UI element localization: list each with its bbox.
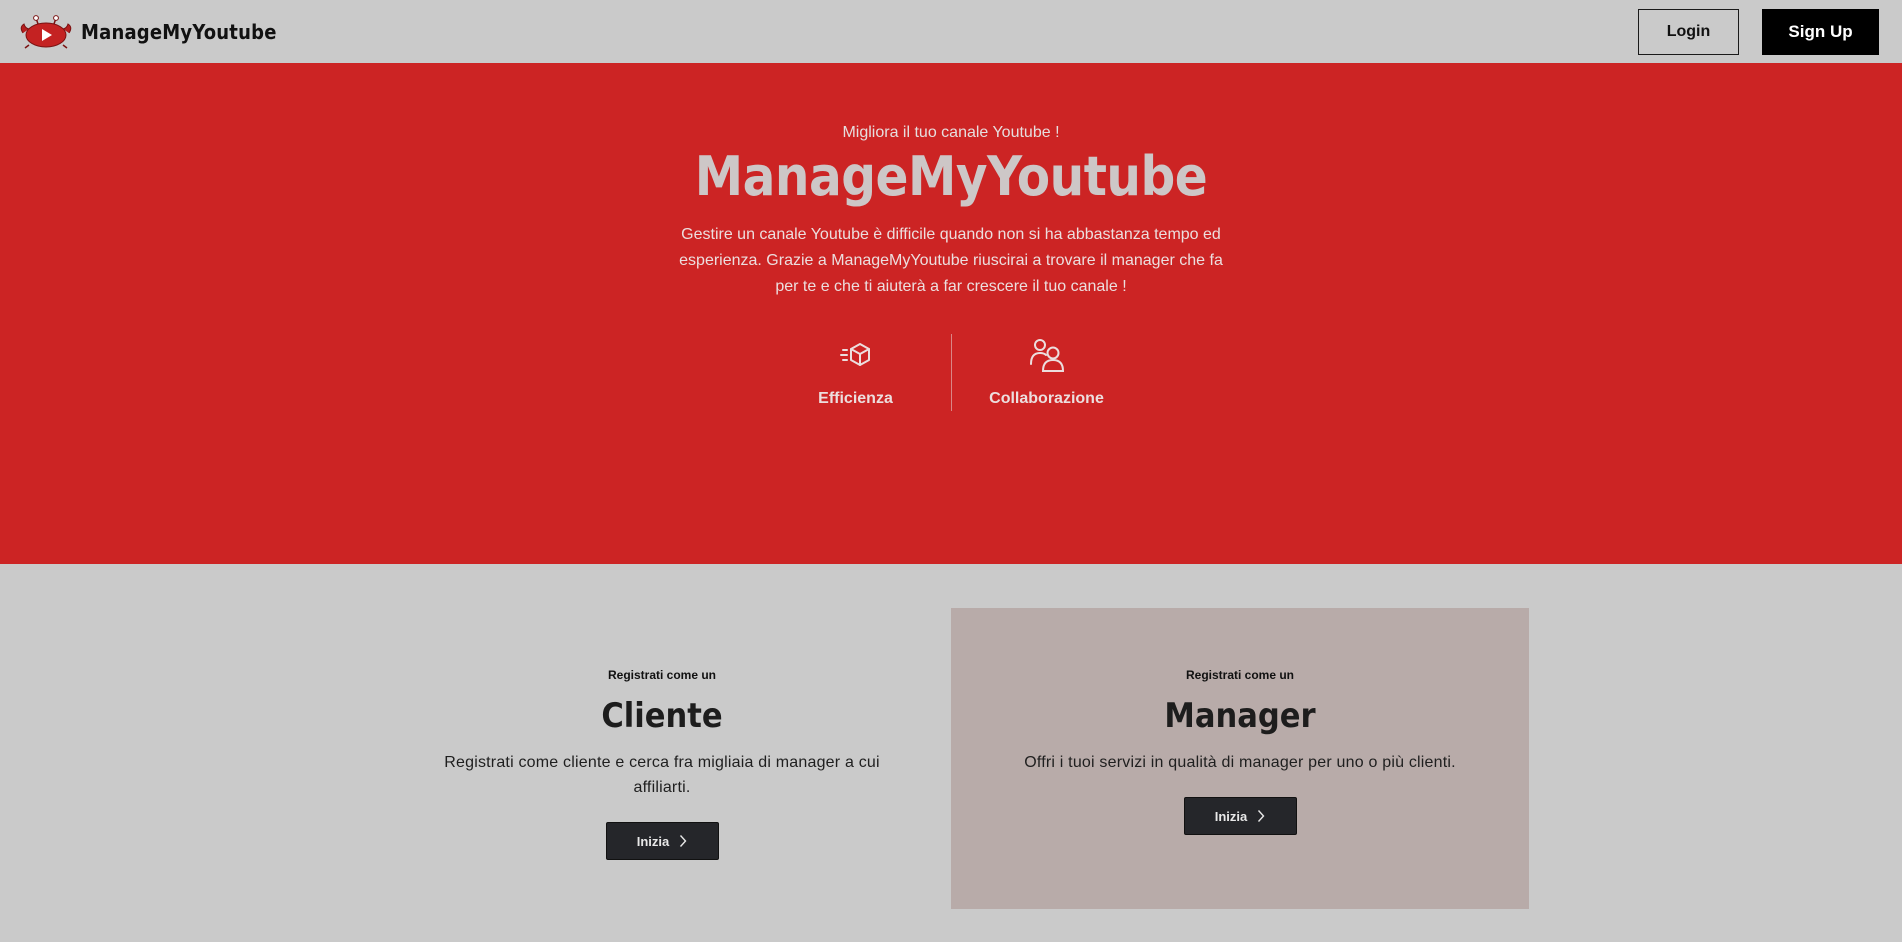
navbar: ManageMyYoutube Login Sign Up [0, 0, 1902, 63]
feature-label: Collaborazione [989, 390, 1104, 408]
card-description: Offri i tuoi servizi in qualità di manag… [1024, 754, 1456, 771]
chevron-right-icon [680, 835, 687, 847]
manager-start-button[interactable]: Inizia [1183, 797, 1297, 835]
button-label: Inizia [1214, 808, 1248, 824]
hero-title: ManageMyYoutube [694, 145, 1208, 208]
feature-efficienza: Efficienza [761, 334, 951, 411]
feature-divider [950, 334, 952, 412]
feature-list: Efficienza Collaborazione [0, 334, 1902, 412]
hero-section: Migliora il tuo canale Youtube ! ManageM… [0, 63, 1902, 564]
client-start-button[interactable]: Inizia [605, 822, 719, 860]
card-description: Registrati come cliente e cerca fra migl… [444, 754, 880, 796]
hero-eyebrow: Migliora il tuo canale Youtube ! [842, 124, 1060, 141]
feature-label: Efficienza [818, 390, 893, 408]
fast-box-icon [839, 343, 870, 367]
card-eyebrow: Registrati come un [1185, 668, 1295, 682]
client-card: Registrati come un Cliente Registrati co… [373, 608, 951, 909]
hero-description: Gestire un canale Youtube è difficile qu… [679, 226, 1223, 296]
youtube-crab-logo-icon [20, 14, 72, 49]
card-title: Cliente [601, 696, 723, 736]
card-eyebrow: Registrati come un [607, 668, 717, 682]
manager-card: Registrati come un Manager Offri i tuoi … [951, 608, 1529, 909]
button-label: Inizia [636, 833, 670, 849]
signup-button[interactable]: Sign Up [1762, 8, 1879, 55]
brand[interactable]: ManageMyYoutube [19, 14, 277, 49]
nav-actions: Login Sign Up [1638, 8, 1879, 55]
feature-collaborazione: Collaborazione [952, 334, 1142, 411]
login-button[interactable]: Login [1638, 8, 1739, 55]
card-title: Manager [1164, 696, 1316, 736]
brand-name: ManageMyYoutube [81, 19, 277, 44]
users-icon [1029, 339, 1064, 373]
chevron-right-icon [1258, 810, 1265, 822]
signup-cards: Registrati come un Cliente Registrati co… [0, 564, 1902, 909]
